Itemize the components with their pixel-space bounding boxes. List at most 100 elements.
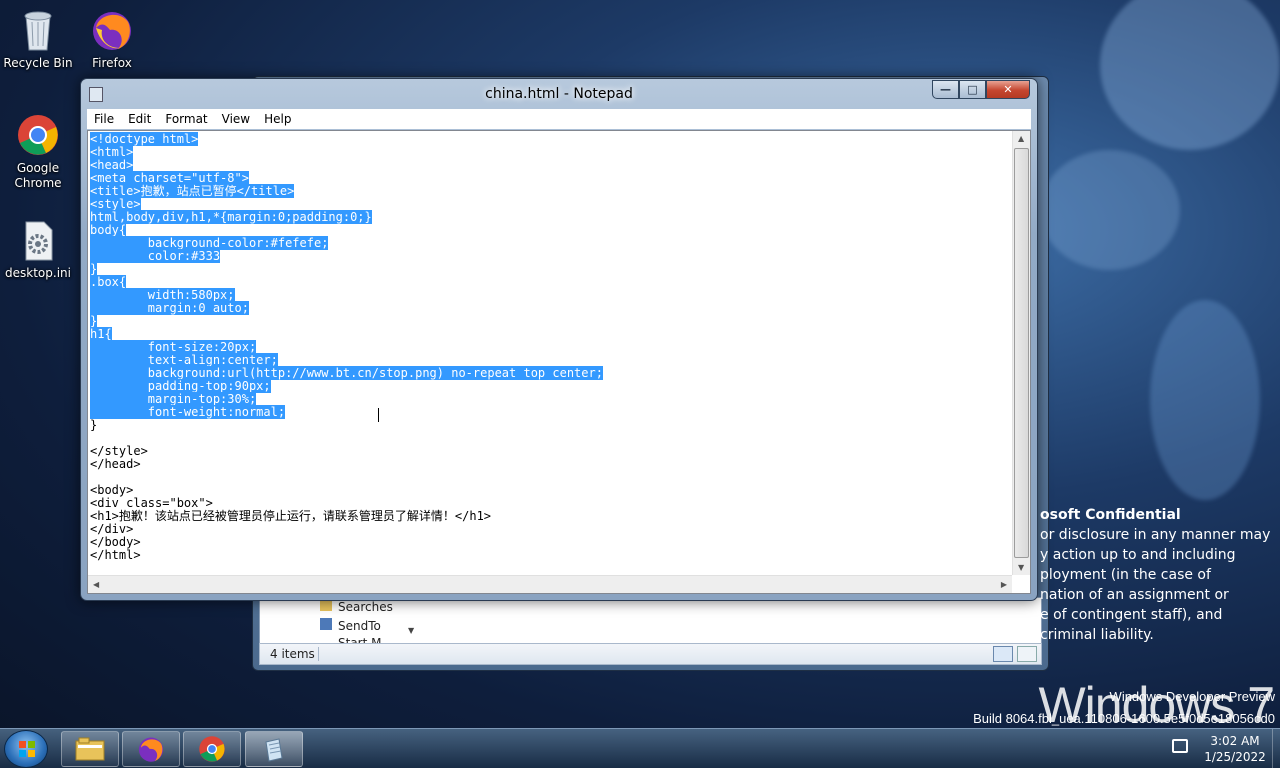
selected-text: } <box>90 314 98 328</box>
clock-date: 1/25/2022 <box>1204 750 1266 764</box>
notepad-window[interactable]: china.html - Notepad — □ ✕ File Edit For… <box>80 78 1038 601</box>
selected-text: <title>抱歉，站点已暂停</title> <box>90 184 295 198</box>
notepad-icon <box>265 738 283 762</box>
code-line: <!doctype html> <box>90 132 1012 146</box>
taskbar-chrome-button[interactable] <box>183 731 241 767</box>
show-desktop-button[interactable] <box>1272 729 1280 768</box>
firefox-icon <box>90 8 134 52</box>
menu-edit[interactable]: Edit <box>121 112 158 126</box>
recycle-bin-icon <box>16 8 60 52</box>
menu-file[interactable]: File <box>87 112 121 126</box>
minimize-button[interactable]: — <box>932 80 959 99</box>
text-area[interactable]: <!doctype html> <html> <head> <meta charset… <box>88 131 1012 575</box>
desktop-icon-google-chrome[interactable]: Google Chrome <box>0 113 76 191</box>
chrome-icon <box>199 736 225 762</box>
system-clock[interactable]: 3:02 AM 1/25/2022 <box>1200 733 1270 765</box>
selected-text: width:580px; <box>90 288 235 302</box>
selected-text: text-align:center; <box>90 353 278 367</box>
start-button[interactable] <box>4 730 48 768</box>
text-editor[interactable]: <!doctype html> <html> <head> <meta charset… <box>87 130 1031 594</box>
folder-icon <box>320 601 332 611</box>
desktop-icon-recycle-bin[interactable]: Recycle Bin <box>0 8 76 71</box>
watermark-line: or disclosure in any manner may <box>1040 527 1271 543</box>
list-item[interactable]: Searches <box>320 600 393 614</box>
scroll-down-icon[interactable]: ▼ <box>1018 563 1024 572</box>
selected-text: margin-top:30%; <box>90 392 257 406</box>
divider <box>318 647 319 661</box>
selected-text: <html> <box>90 145 134 159</box>
selected-text: body{ <box>90 223 127 237</box>
code-text: </body> <box>90 535 141 549</box>
vertical-scrollbar[interactable]: ▲ ▼ <box>1012 131 1030 575</box>
selected-text: <meta charset="utf-8"> <box>90 171 249 185</box>
explorer-file-list: Searches SendTo Start M... ▼ <box>259 597 1042 644</box>
scroll-down-icon[interactable]: ▼ <box>408 626 414 635</box>
scroll-up-icon[interactable]: ▲ <box>1018 134 1024 143</box>
desktop-icon-desktop-ini[interactable]: desktop.ini <box>0 218 76 281</box>
code-line: </body> <box>90 536 1012 549</box>
selected-text: <head> <box>90 158 134 172</box>
code-line: </head> <box>90 458 1012 471</box>
taskbar-explorer-button[interactable] <box>61 731 119 767</box>
wallpaper-splash <box>1150 300 1260 500</box>
scroll-thumb[interactable] <box>1014 148 1029 558</box>
watermark-line: ployment (in the case of <box>1040 567 1211 583</box>
code-text: <div class="box"> <box>90 496 213 510</box>
code-text: } <box>90 418 98 432</box>
menu-view[interactable]: View <box>215 112 257 126</box>
horizontal-scrollbar[interactable]: ◀ ▶ <box>88 575 1012 593</box>
code-text: </html> <box>90 548 141 562</box>
list-item[interactable]: SendTo <box>320 618 381 633</box>
chrome-icon <box>16 113 60 157</box>
selected-text: h1{ <box>90 327 112 341</box>
build-info: Windows Developer Preview Build 8064.fbl… <box>973 686 1275 730</box>
selected-text: padding-top:90px; <box>90 379 271 393</box>
selected-text: .box{ <box>90 275 127 289</box>
selected-text: font-size:20px; <box>90 340 257 354</box>
preview-view-icon[interactable] <box>1017 646 1037 662</box>
title-bar[interactable]: china.html - Notepad — □ ✕ <box>81 79 1037 109</box>
menu-bar: File Edit Format View Help <box>87 109 1031 129</box>
explorer-status-bar: 4 items <box>259 643 1042 665</box>
desktop-icon-label: desktop.ini <box>5 266 71 280</box>
watermark-line: criminal liability. <box>1040 627 1154 643</box>
taskbar-firefox-button[interactable] <box>122 731 180 767</box>
desktop-icon-firefox[interactable]: Firefox <box>74 8 150 71</box>
code-line: </html> <box>90 549 1012 562</box>
selected-text: background-color:#fefefe; <box>90 236 329 250</box>
maximize-button[interactable]: □ <box>959 80 986 99</box>
clock-time: 3:02 AM <box>1210 734 1260 748</box>
scroll-right-icon[interactable]: ▶ <box>1001 580 1007 589</box>
code-line: <body> <box>90 484 1012 497</box>
build-line-1: Windows Developer Preview <box>1109 689 1275 704</box>
window-title: china.html - Notepad <box>485 86 633 102</box>
selected-text: <style> <box>90 197 141 211</box>
code-line: </div> <box>90 523 1012 536</box>
confidential-watermark: osoft Confidential or disclosure in any … <box>1040 505 1280 645</box>
desktop-icon-label: Firefox <box>92 56 132 70</box>
selected-text: margin:0 auto; <box>90 301 249 315</box>
selected-text: background:url(http://www.bt.cn/stop.png… <box>90 366 603 380</box>
code-line: color:#333 <box>90 249 1012 263</box>
code-line: } <box>90 314 1012 328</box>
code-line: margin:0 auto; <box>90 301 1012 315</box>
desktop-icon-label: Recycle Bin <box>3 56 73 70</box>
watermark-line: nation of an assignment or <box>1040 587 1229 603</box>
taskbar: 3:02 AM 1/25/2022 <box>0 728 1280 768</box>
code-text: </head> <box>90 457 141 471</box>
menu-format[interactable]: Format <box>158 112 214 126</box>
code-line: </style> <box>90 445 1012 458</box>
selected-text: html,body,div,h1,*{margin:0;padding:0;} <box>90 210 372 224</box>
details-view-icon[interactable] <box>993 646 1013 662</box>
close-button[interactable]: ✕ <box>986 80 1030 99</box>
network-icon[interactable] <box>1172 739 1188 753</box>
menu-help[interactable]: Help <box>257 112 298 126</box>
selected-text: font-weight:normal; <box>90 405 286 419</box>
scroll-left-icon[interactable]: ◀ <box>93 580 99 589</box>
code-line: } <box>90 262 1012 276</box>
code-line: <html> <box>90 145 1012 159</box>
code-line: <h1>抱歉！该站点已经被管理员停止运行，请联系管理员了解详情！</h1> <box>90 510 1012 523</box>
taskbar-notepad-button[interactable] <box>245 731 303 767</box>
